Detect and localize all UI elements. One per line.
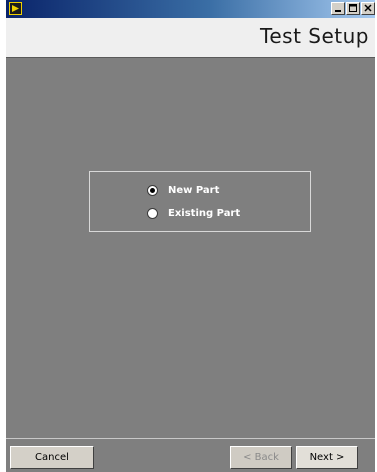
cancel-button[interactable]: Cancel	[10, 446, 94, 469]
app-icon	[9, 2, 22, 15]
title-bar[interactable]	[6, 0, 375, 18]
footer-divider	[6, 438, 375, 439]
radio-button-new-part[interactable]	[147, 185, 158, 196]
radio-option-new-part[interactable]: New Part	[147, 185, 219, 196]
header-divider	[6, 57, 375, 58]
radio-button-existing-part[interactable]	[147, 208, 158, 219]
page-title: Test Setup	[260, 24, 369, 48]
next-button[interactable]: Next >	[296, 446, 358, 469]
part-type-group: New Part Existing Part	[89, 171, 311, 232]
radio-option-existing-part[interactable]: Existing Part	[147, 208, 240, 219]
page-header: Test Setup	[6, 18, 375, 57]
radio-label-new-part: New Part	[168, 185, 220, 196]
radio-label-existing-part: Existing Part	[168, 208, 241, 219]
test-setup-window: Test Setup New Part Existing Part Cancel…	[6, 0, 375, 472]
close-icon[interactable]	[361, 2, 375, 15]
maximize-icon[interactable]	[346, 2, 360, 15]
back-button[interactable]: < Back	[230, 446, 292, 469]
minimize-icon[interactable]	[331, 2, 345, 15]
